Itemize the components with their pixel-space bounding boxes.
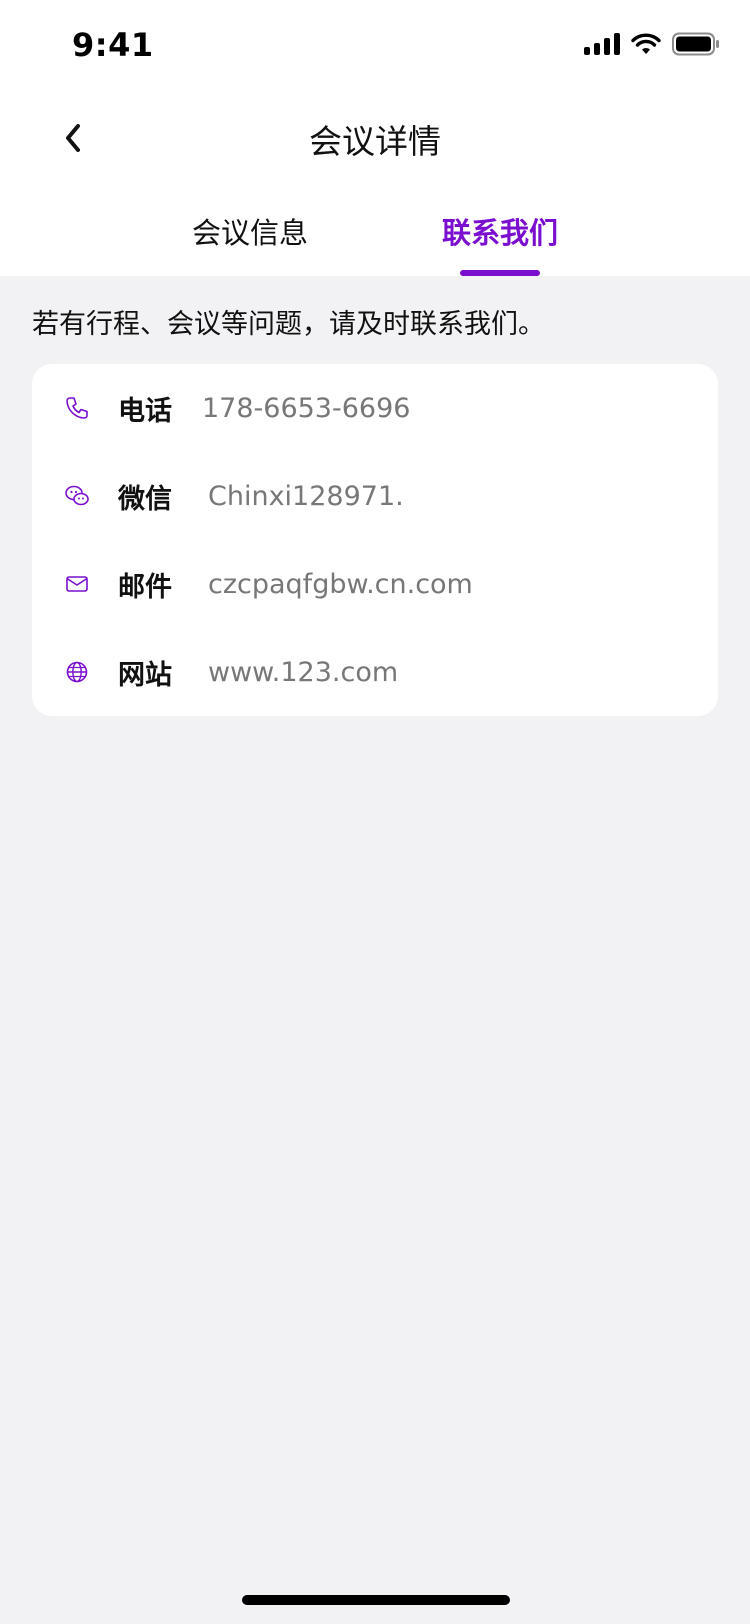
home-indicator[interactable]	[242, 1595, 510, 1605]
contact-value: 178-6653-6696	[202, 392, 411, 424]
contact-value: czcpaqfgbw.cn.com	[208, 568, 473, 600]
status-time: 9:41	[72, 26, 154, 64]
active-tab-indicator	[460, 270, 540, 276]
tab-meeting-info[interactable]: 会议信息	[150, 210, 350, 252]
contact-card: 电话 178-6653-6696 微信 Chinxi128971. 邮件 czc…	[32, 364, 718, 716]
contact-value: Chinxi128971.	[208, 480, 404, 512]
contact-label: 网站	[118, 659, 172, 691]
contact-value: www.123.com	[208, 656, 399, 688]
contact-note: 若有行程、会议等问题，请及时联系我们。	[32, 309, 545, 340]
contact-row-email[interactable]: 邮件 czcpaqfgbw.cn.com	[32, 554, 718, 614]
mail-icon	[66, 576, 88, 592]
contact-label: 微信	[118, 483, 172, 515]
page-title: 会议详情	[309, 122, 441, 161]
globe-icon	[66, 661, 88, 683]
phone-icon	[66, 397, 88, 419]
contact-label: 电话	[118, 395, 172, 427]
wechat-icon	[65, 485, 89, 506]
status-icons	[584, 32, 720, 56]
contact-label: 邮件	[118, 571, 172, 603]
contact-row-website[interactable]: 网站 www.123.com	[32, 642, 718, 702]
battery-icon	[672, 32, 719, 56]
contact-row-phone[interactable]: 电话 178-6653-6696	[32, 378, 718, 438]
header-area: 9:41 会议详情 会议信息 联系我们	[0, 0, 750, 276]
contact-row-wechat[interactable]: 微信 Chinxi128971.	[32, 466, 718, 526]
signal-icon	[584, 33, 620, 55]
wifi-icon	[631, 33, 661, 54]
tab-contact-us[interactable]: 联系我们	[400, 210, 600, 252]
